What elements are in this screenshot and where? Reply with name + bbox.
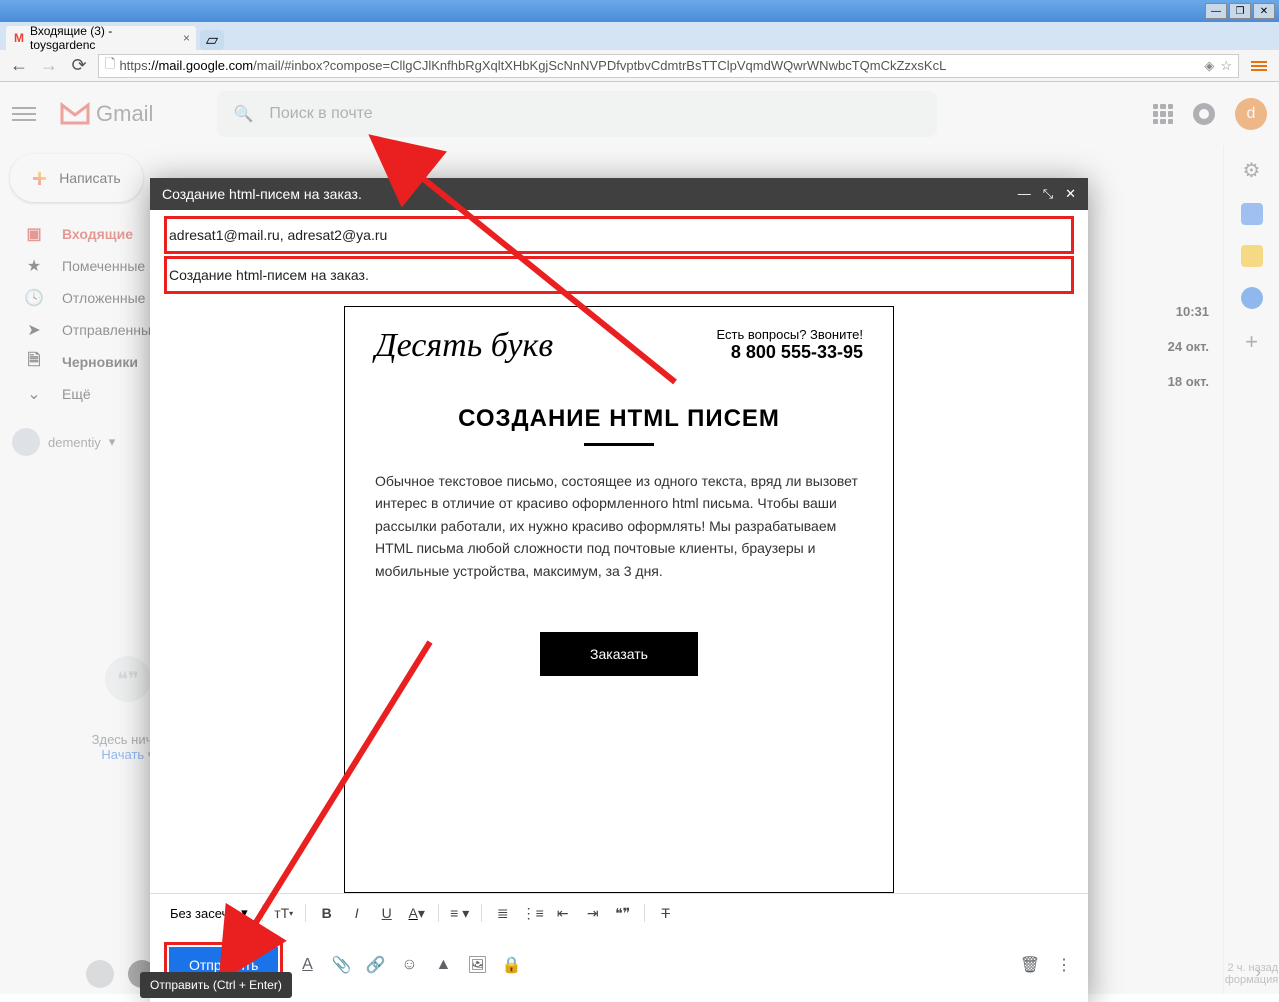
divider — [584, 443, 654, 446]
forward-button[interactable]: → — [38, 55, 60, 77]
extension-icon[interactable]: ◈ — [1204, 58, 1214, 74]
confidential-mode-icon[interactable]: 🔒 — [501, 955, 521, 975]
compose-titlebar[interactable]: Создание html-писем на заказ. — ⤡ ✕ — [150, 178, 1088, 210]
back-button[interactable]: ← — [8, 55, 30, 77]
formatting-toggle-icon[interactable]: A — [297, 955, 317, 975]
discard-draft-icon[interactable]: 🗑 — [1020, 955, 1040, 975]
font-family-selector[interactable]: Без засеч... ▾ — [164, 901, 254, 925]
more-options-icon[interactable]: ⋮ — [1054, 955, 1074, 975]
ordered-list-button[interactable]: ≣ — [490, 900, 516, 926]
italic-button[interactable]: I — [344, 900, 370, 926]
align-button[interactable]: ≡ ▾ — [447, 900, 473, 926]
chevron-down-icon: ▾ — [241, 905, 248, 921]
reload-button[interactable]: ⟳ — [68, 55, 90, 77]
compose-close-icon[interactable]: ✕ — [1065, 186, 1076, 202]
contact-block: Есть вопросы? Звоните! 8 800 555-33-95 — [717, 327, 863, 363]
subject-field[interactable]: Создание html-писем на заказ. — [164, 256, 1074, 294]
bookmark-star-icon[interactable]: ☆ — [1220, 58, 1232, 74]
compose-title: Создание html-писем на заказ. — [162, 186, 362, 202]
email-heading: СОЗДАНИЕ HTML ПИСЕМ — [375, 405, 863, 433]
to-value: adresat1@mail.ru, adresat2@ya.ru — [169, 227, 387, 243]
compose-expand-icon[interactable]: ⤡ — [1043, 186, 1053, 202]
insert-photo-icon[interactable]: 🖼 — [467, 955, 487, 975]
window-minimize-button[interactable]: — — [1205, 3, 1227, 19]
compose-fields: adresat1@mail.ru, adresat2@ya.ru Создани… — [150, 210, 1088, 296]
tab-title: Входящие (3) - toysgardenс — [30, 24, 168, 52]
email-preview: Десять букв Есть вопросы? Звоните! 8 800… — [344, 306, 894, 893]
gmail-app: Gmail 🔍 Поиск в почте d + Написать ▣ Вхо… — [0, 82, 1279, 994]
indent-more-button[interactable]: ⇥ — [580, 900, 606, 926]
tab-close-icon[interactable]: × — [183, 31, 190, 45]
browser-toolbar: ← → ⟳ 🗋 https://mail.google.com/mail/#in… — [0, 50, 1279, 82]
to-field[interactable]: adresat1@mail.ru, adresat2@ya.ru — [164, 216, 1074, 254]
insert-link-icon[interactable]: 🔗 — [365, 955, 385, 975]
attach-file-icon[interactable]: 📎 — [331, 955, 351, 975]
browser-tab[interactable]: M Входящие (3) - toysgardenс × — [6, 26, 196, 50]
contact-question: Есть вопросы? Звоните! — [717, 327, 863, 342]
bold-button[interactable]: B — [314, 900, 340, 926]
window-close-button[interactable]: ✕ — [1253, 3, 1275, 19]
lock-icon: 🗋 — [105, 55, 115, 77]
address-bar[interactable]: 🗋 https://mail.google.com/mail/#inbox?co… — [98, 54, 1239, 78]
brand-logo: Десять букв — [375, 327, 553, 365]
compose-body[interactable]: Десять букв Есть вопросы? Звоните! 8 800… — [150, 296, 1088, 893]
remove-format-button[interactable]: T — [653, 900, 679, 926]
formatting-toolbar: Без засеч... ▾ тТ ▾ B I U A ▾ ≡ ▾ ≣ ⋮≡ ⇤… — [150, 893, 1088, 932]
order-button[interactable]: Заказать — [540, 632, 698, 676]
gmail-favicon-icon: M — [14, 31, 24, 45]
browser-tab-strip: M Входящие (3) - toysgardenс × ▱ — [0, 22, 1279, 50]
contact-phone: 8 800 555-33-95 — [717, 342, 863, 363]
window-maximize-button[interactable]: ❐ — [1229, 3, 1251, 19]
indent-less-button[interactable]: ⇤ — [550, 900, 576, 926]
os-window-titlebar: — ❐ ✕ — [0, 0, 1279, 22]
url-text: https://mail.google.com/mail/#inbox?comp… — [119, 58, 946, 73]
font-size-button[interactable]: тТ ▾ — [271, 900, 297, 926]
compose-minimize-icon[interactable]: — — [1018, 186, 1031, 202]
quote-button[interactable]: ❝❞ — [610, 900, 636, 926]
new-tab-button[interactable]: ▱ — [200, 30, 224, 50]
compose-dialog: Создание html-писем на заказ. — ⤡ ✕ adre… — [150, 178, 1088, 1002]
email-body-text: Обычное текстовое письмо, состоящее из о… — [375, 470, 863, 582]
subject-value: Создание html-писем на заказ. — [169, 267, 369, 283]
underline-button[interactable]: U — [374, 900, 400, 926]
text-color-button[interactable]: A ▾ — [404, 900, 430, 926]
chrome-menu-button[interactable] — [1247, 57, 1271, 75]
unordered-list-button[interactable]: ⋮≡ — [520, 900, 546, 926]
send-tooltip: Отправить (Ctrl + Enter) — [140, 972, 292, 998]
insert-drive-icon[interactable]: ▲ — [433, 955, 453, 975]
insert-emoji-icon[interactable]: ☺ — [399, 955, 419, 975]
